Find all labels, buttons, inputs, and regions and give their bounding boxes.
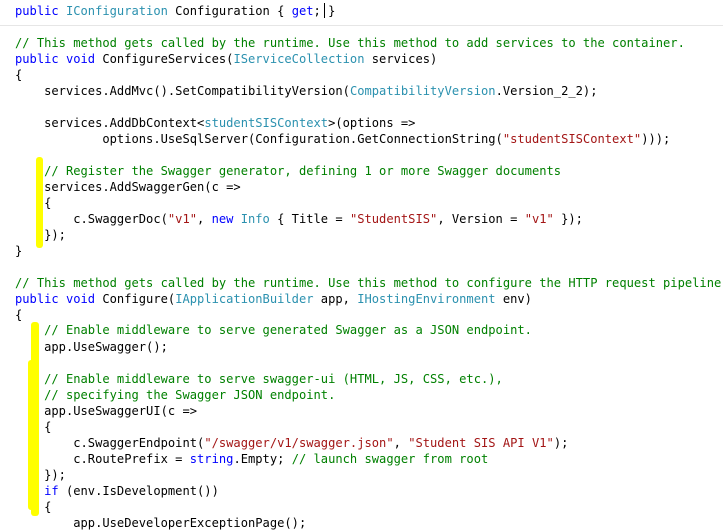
code-token-plain: services.AddDbContext<	[15, 116, 205, 130]
code-token-plain: )));	[641, 132, 671, 146]
code-token-kw: if	[44, 484, 59, 498]
code-token-str: "StudentSIS"	[349, 212, 438, 226]
code-token-plain: .Empty;	[233, 452, 292, 466]
code-token-type: IServiceCollection	[233, 52, 365, 66]
code-line[interactable]: if (env.IsDevelopment())	[15, 483, 219, 499]
code-line[interactable]: // Enable middleware to serve swagger-ui…	[15, 371, 503, 387]
code-token-plain: app,	[313, 292, 358, 306]
code-token-plain: });	[553, 212, 583, 226]
code-token-plain: ,	[393, 436, 409, 450]
code-editor[interactable]: public IConfiguration Configuration { ge…	[0, 0, 723, 530]
code-token-plain: options.UseSqlServer(Configuration.GetCo…	[15, 132, 503, 146]
code-token-kw: get	[291, 4, 314, 18]
code-line[interactable]: {	[15, 307, 22, 323]
text-caret	[324, 3, 325, 18]
code-token-plain: (env.IsDevelopment())	[58, 484, 219, 498]
code-token-plain: {	[15, 500, 52, 514]
code-token-kw: new	[211, 212, 241, 226]
code-line[interactable]: c.SwaggerDoc("v1", new Info { Title = "S…	[15, 211, 583, 227]
code-line[interactable]: options.UseSqlServer(Configuration.GetCo…	[15, 131, 670, 147]
code-line[interactable]: {	[15, 499, 51, 515]
code-line[interactable]: });	[15, 467, 66, 483]
code-token-plain: });	[15, 228, 66, 242]
code-token-plain: {	[15, 68, 23, 82]
editor-divider	[0, 25, 723, 26]
code-token-plain: c.SwaggerDoc(	[15, 212, 168, 226]
code-line[interactable]: });	[15, 227, 66, 243]
code-token-kw: public void	[15, 52, 103, 66]
code-token-kw: public	[15, 4, 66, 18]
code-line[interactable]: // specifying the Swagger JSON endpoint.	[15, 387, 335, 403]
code-token-plain: {	[15, 196, 52, 210]
code-token-plain: {	[15, 308, 23, 322]
code-line[interactable]: app.UseDeveloperExceptionPage();	[15, 515, 306, 531]
code-token-plain: {	[15, 420, 52, 434]
code-token-cmt: // This method gets called by the runtim…	[15, 276, 723, 290]
code-token-plain: , Version =	[437, 212, 525, 226]
code-token-plain: app.UseSwagger();	[15, 340, 168, 354]
code-token-plain: env)	[495, 292, 532, 306]
code-token-cmt: // Enable middleware to serve generated …	[15, 323, 532, 337]
code-token-plain: ConfigureServices(	[102, 52, 234, 66]
code-line[interactable]: services.AddDbContext<studentSISContext>…	[15, 115, 415, 131]
code-token-plain: app.UseSwaggerUI(c =>	[15, 404, 198, 418]
code-token-plain: });	[15, 468, 66, 482]
code-line[interactable]: // Register the Swagger generator, defin…	[15, 163, 561, 179]
code-token-type: IApplicationBuilder	[175, 292, 314, 306]
code-token-plain: >(options =>	[328, 116, 416, 130]
code-line[interactable]: public void ConfigureServices(IServiceCo…	[15, 51, 437, 67]
code-line[interactable]: {	[15, 195, 51, 211]
code-token-type: Info	[240, 212, 270, 226]
code-token-plain: services.AddSwaggerGen(c =>	[15, 180, 241, 194]
code-line[interactable]: // This method gets called by the runtim…	[15, 275, 723, 291]
code-line[interactable]: {	[15, 67, 22, 83]
code-line[interactable]: public void Configure(IApplicationBuilde…	[15, 291, 532, 307]
code-line[interactable]: app.UseSwaggerUI(c =>	[15, 403, 197, 419]
code-token-cmt: // This method gets called by the runtim…	[15, 36, 685, 50]
code-token-cmt: // specifying the Swagger JSON endpoint.	[15, 388, 336, 402]
code-line[interactable]: services.AddMvc().SetCompatibilityVersio…	[15, 83, 598, 99]
code-token-str: "studentSISContext"	[502, 132, 642, 146]
code-token-plain: app.UseDeveloperExceptionPage();	[15, 516, 307, 530]
code-token-cmt: // Register the Swagger generator, defin…	[15, 164, 562, 178]
code-token-type: IConfiguration	[65, 4, 168, 18]
code-token-plain: }	[15, 244, 23, 258]
code-line[interactable]: }	[15, 243, 22, 259]
code-token-kw: string	[189, 452, 234, 466]
code-token-plain: Configure(	[102, 292, 176, 306]
code-line[interactable]: c.SwaggerEndpoint("/swagger/v1/swagger.j…	[15, 435, 568, 451]
code-token-str: "v1"	[524, 212, 554, 226]
code-token-plain: Configuration {	[167, 4, 292, 18]
code-line[interactable]: c.RoutePrefix = string.Empty; // launch …	[15, 451, 488, 467]
code-line[interactable]: app.UseSwagger();	[15, 339, 168, 355]
code-line[interactable]: services.AddSwaggerGen(c =>	[15, 179, 241, 195]
code-token-cmt: // launch swagger from root	[291, 452, 489, 466]
code-line[interactable]: {	[15, 419, 51, 435]
code-token-plain: c.RoutePrefix =	[15, 452, 190, 466]
code-token-str: "v1"	[167, 212, 198, 226]
code-line[interactable]: public IConfiguration Configuration { ge…	[15, 3, 335, 19]
code-token-type: studentSISContext	[204, 116, 329, 130]
code-line[interactable]: // This method gets called by the runtim…	[15, 35, 685, 51]
code-token-plain: services.AddMvc().SetCompatibilityVersio…	[15, 84, 350, 98]
code-token-plain: services)	[364, 52, 438, 66]
code-token-cmt: // Enable middleware to serve swagger-ui…	[15, 372, 503, 386]
code-token-type: CompatibilityVersion	[349, 84, 496, 98]
code-token-str: "/swagger/v1/swagger.json"	[204, 436, 394, 450]
code-line[interactable]: // Enable middleware to serve generated …	[15, 322, 532, 338]
code-token-plain: );	[553, 436, 569, 450]
code-token-plain: ,	[197, 212, 212, 226]
code-token-kw: public void	[15, 292, 103, 306]
code-token-str: "Student SIS API V1"	[408, 436, 554, 450]
code-token-type: IHostingEnvironment	[357, 292, 496, 306]
code-token-plain: c.SwaggerEndpoint(	[15, 436, 205, 450]
code-token-plain: { Title =	[269, 212, 350, 226]
code-token-plain: .Version_2_2);	[495, 84, 598, 98]
